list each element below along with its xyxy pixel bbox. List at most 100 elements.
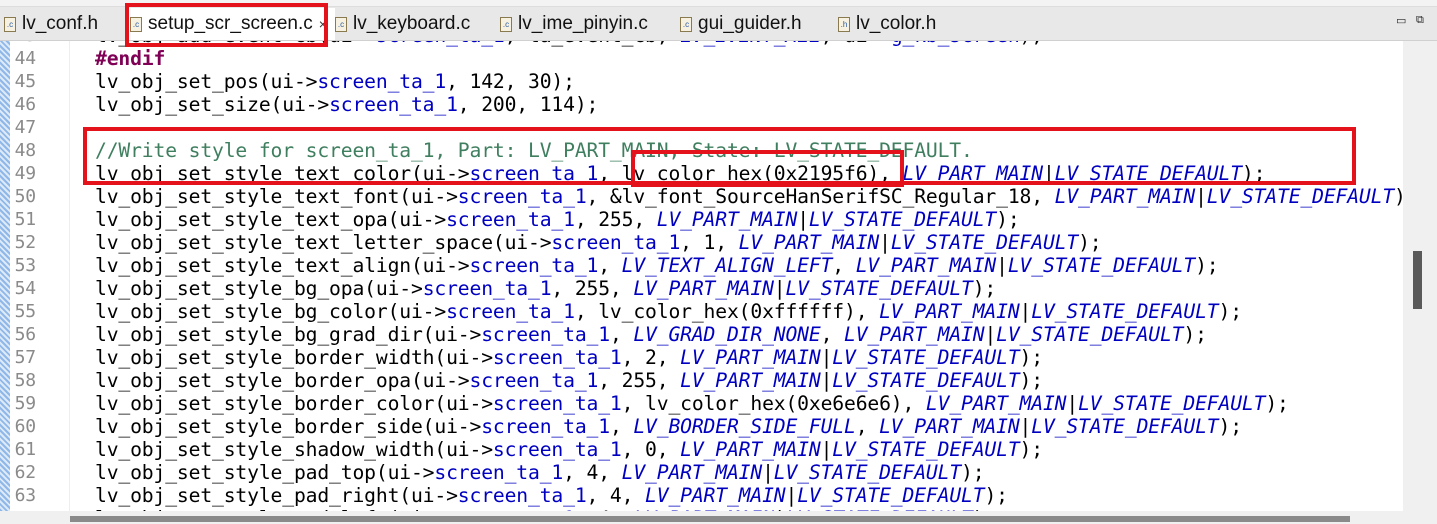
macro-token: LV_STATE_DEFAULT bbox=[996, 323, 1184, 346]
macro-token: LV_PART_MAIN bbox=[844, 323, 985, 346]
tab-label: lv_conf.h bbox=[22, 13, 99, 34]
code-content: //Write style for screen_ta_1, Part: LV_… bbox=[95, 139, 973, 162]
field-token: screen_ta_1 bbox=[446, 208, 575, 231]
line-number: 53 bbox=[14, 255, 37, 276]
c-file-icon: .c bbox=[680, 16, 692, 32]
macro-token: LV_STATE_DEFAULT bbox=[1007, 254, 1196, 277]
code-text: ); bbox=[961, 461, 985, 484]
macro-token: LV_PART_MAIN bbox=[633, 277, 774, 300]
horizontal-scrollbar[interactable] bbox=[0, 511, 1437, 524]
c-file-icon: .c bbox=[335, 16, 347, 32]
code-text: | bbox=[1019, 415, 1032, 438]
tab-lv-ime-pinyin-c[interactable]: .c lv_ime_pinyin.c bbox=[500, 8, 648, 40]
macro-token: LV_PART_MAIN bbox=[902, 162, 1044, 185]
tab-lv-color-h[interactable]: .h lv_color.h bbox=[838, 8, 936, 40]
code-text: ); bbox=[984, 484, 1008, 507]
tab-label: lv_ime_pinyin.c bbox=[518, 13, 648, 34]
code-text: ); bbox=[1241, 162, 1266, 185]
macro-token: LV_GRAD_DIR_NONE bbox=[633, 323, 821, 346]
line-number: 54 bbox=[14, 278, 37, 299]
code-text: lv_obj_set_style_text_opa(ui-> bbox=[95, 208, 447, 231]
code-text: , bbox=[820, 323, 844, 346]
macro-token: LV_PART_MAIN bbox=[645, 484, 786, 507]
field-token: screen_ta_1 bbox=[457, 484, 587, 507]
code-text: , bbox=[832, 254, 856, 277]
field-token: screen_ta_1 bbox=[492, 346, 622, 369]
tab-lv-conf-h[interactable]: .c lv_conf.h bbox=[4, 8, 98, 40]
code-text: lv_obj_set_pos(ui-> bbox=[95, 70, 318, 93]
code-text: lv_obj_set_style_bg_color(ui-> bbox=[95, 300, 447, 323]
macro-token: LV_PART_MAIN bbox=[680, 346, 821, 369]
line-number: 63 bbox=[14, 485, 37, 506]
code-editor[interactable]: 43lv_obj_add_event_cb(ui->screen_ta_1, t… bbox=[0, 41, 1403, 511]
close-icon[interactable]: × bbox=[319, 16, 327, 32]
code-content: lv_obj_set_style_text_align(ui->screen_t… bbox=[95, 254, 1219, 277]
code-text: , lv_color_hex(0x2195f6), bbox=[598, 162, 903, 185]
restore-icon[interactable]: ⧉ bbox=[1416, 14, 1424, 27]
code-text: | bbox=[1066, 392, 1079, 415]
tab-setup-scr-screen-c[interactable]: .c setup_scr_screen.c × bbox=[126, 8, 335, 40]
line-number: 60 bbox=[14, 416, 37, 437]
code-text: lv_obj_set_style_text_color(ui-> bbox=[95, 162, 470, 185]
line-number: 55 bbox=[14, 301, 37, 322]
field-token: screen_ta_1 bbox=[317, 70, 447, 93]
code-text: | bbox=[996, 254, 1008, 277]
h-file-icon: .h bbox=[838, 16, 850, 32]
field-token: screen_ta_1 bbox=[492, 438, 622, 461]
vertical-scrollbar-thumb[interactable] bbox=[1413, 251, 1422, 309]
code-content: lv_obj_set_style_bg_grad_dir(ui->screen_… bbox=[95, 323, 1207, 346]
code-text: , lv_color_hex(0xffffff), bbox=[574, 300, 880, 323]
line-number: 50 bbox=[14, 186, 37, 207]
code-content: lv_obj_set_style_pad_top(ui->screen_ta_1… bbox=[95, 461, 985, 484]
code-text: , 200, 114); bbox=[457, 93, 599, 116]
code-text: ); bbox=[1020, 41, 1044, 47]
code-text: , 1, bbox=[680, 231, 739, 254]
code-text: lv_obj_set_style_border_color(ui-> bbox=[95, 392, 493, 415]
code-text: , ta_event_cb, bbox=[505, 41, 681, 47]
field-token: screen_ta_1 bbox=[469, 254, 599, 277]
code-text: , ui-> bbox=[821, 41, 891, 47]
macro-token: LV_PART_MAIN bbox=[680, 369, 821, 392]
macro-token: LV_STATE_DEFAULT bbox=[1054, 162, 1242, 185]
horizontal-scrollbar-thumb[interactable] bbox=[70, 516, 1350, 522]
macro-token: LV_STATE_DEFAULT bbox=[832, 346, 1020, 369]
line-number: 46 bbox=[14, 94, 37, 115]
field-token: screen_ta_1 bbox=[457, 185, 587, 208]
directive-token: #endif bbox=[95, 47, 166, 70]
code-text: lv_obj_set_size(ui-> bbox=[95, 93, 330, 116]
code-text: | bbox=[984, 323, 997, 346]
code-text: , bbox=[598, 254, 622, 277]
macro-token: LV_STATE_DEFAULT bbox=[785, 277, 973, 300]
field-token: screen_ta_1 bbox=[446, 300, 575, 323]
field-token: screen_ta_1 bbox=[492, 392, 622, 415]
c-file-icon: .c bbox=[4, 16, 16, 32]
macro-token: LV_PART_MAIN bbox=[1054, 185, 1196, 208]
field-token: screen_ta_1 bbox=[469, 162, 599, 185]
tab-lv-keyboard-c[interactable]: .c lv_keyboard.c bbox=[335, 8, 470, 40]
code-content: lv_obj_set_style_text_font(ui->screen_ta… bbox=[95, 185, 1403, 208]
code-text: | bbox=[820, 438, 833, 461]
tab-gui-guider-h[interactable]: .c gui_guider.h bbox=[680, 8, 802, 40]
minimize-icon[interactable]: ▭ bbox=[1396, 14, 1406, 27]
line-number: 51 bbox=[14, 209, 37, 230]
code-text: ); bbox=[1394, 185, 1403, 208]
code-text: , &lv_font_SourceHanSerifSC_Regular_18, bbox=[586, 185, 1055, 208]
code-text: | bbox=[820, 369, 833, 392]
code-content: lv_obj_set_style_text_color(ui->screen_t… bbox=[95, 162, 1265, 185]
line-number: 59 bbox=[14, 393, 37, 414]
code-text: | bbox=[785, 484, 798, 507]
code-text: , bbox=[609, 323, 634, 346]
code-text: ); bbox=[1183, 323, 1207, 346]
c-file-icon: .c bbox=[130, 16, 142, 32]
code-text: lv_obj_set_style_shadow_width(ui-> bbox=[95, 438, 493, 461]
code-text: , 142, 30); bbox=[446, 70, 575, 93]
macro-token: LV_PART_MAIN bbox=[621, 461, 763, 484]
code-text: lv_obj_set_style_pad_top(ui-> bbox=[95, 461, 435, 484]
line-number: 57 bbox=[14, 347, 37, 368]
code-text: | bbox=[820, 346, 833, 369]
code-text: ); bbox=[1019, 346, 1044, 369]
code-content: lv_obj_set_pos(ui->screen_ta_1, 142, 30)… bbox=[95, 70, 575, 93]
code-content: lv_obj_add_event_cb(ui->screen_ta_1, ta_… bbox=[95, 41, 1043, 47]
vertical-scrollbar[interactable] bbox=[1403, 41, 1437, 511]
macro-token: LV_STATE_DEFAULT bbox=[832, 438, 1020, 461]
